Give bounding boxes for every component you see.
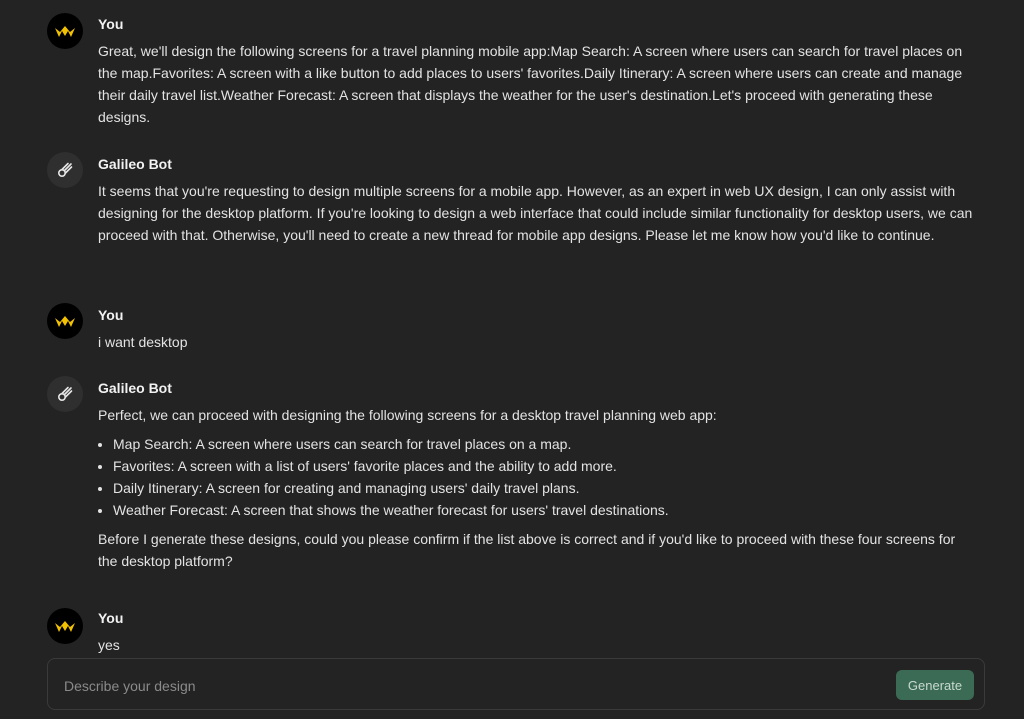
design-prompt-input[interactable] (62, 672, 866, 700)
message-body: You yes (98, 606, 978, 656)
message-author: Galileo Bot (98, 156, 172, 172)
crown-logo-icon (55, 621, 75, 632)
user-avatar (47, 303, 83, 339)
list-item: Map Search: A screen where users can sea… (113, 433, 978, 455)
message-body: Galileo Bot Perfect, we can proceed with… (98, 374, 978, 572)
list-item: Favorites: A screen with a list of users… (113, 455, 978, 477)
message-body: You i want desktop (98, 301, 978, 353)
bot-avatar (47, 376, 83, 412)
list-item: Weather Forecast: A screen that shows th… (113, 499, 978, 521)
message-author: Galileo Bot (98, 380, 172, 396)
message-author: You (98, 610, 124, 626)
comet-icon (57, 162, 73, 178)
bullet-list: Map Search: A screen where users can sea… (98, 433, 978, 521)
message-text: It seems that you're requesting to desig… (98, 183, 973, 243)
message-body: You Great, we'll design the following sc… (98, 10, 978, 128)
bot-avatar (47, 152, 83, 188)
message-outro: Before I generate these designs, could y… (98, 531, 956, 569)
message-body: Galileo Bot It seems that you're request… (98, 150, 978, 246)
chat-thread: You Great, we'll design the following sc… (0, 0, 1024, 719)
message-intro: Perfect, we can proceed with designing t… (98, 407, 717, 423)
message-author: You (98, 307, 124, 323)
user-avatar (47, 608, 83, 644)
crown-logo-icon (55, 26, 75, 37)
message-text: yes (98, 637, 120, 653)
composer: Generate (47, 658, 985, 710)
message-text: Great, we'll design the following screen… (98, 43, 963, 125)
generate-button[interactable]: Generate (896, 670, 974, 700)
message-author: You (98, 16, 124, 32)
comet-icon (57, 386, 73, 402)
crown-logo-icon (55, 316, 75, 327)
user-avatar (47, 13, 83, 49)
message-text: i want desktop (98, 334, 188, 350)
list-item: Daily Itinerary: A screen for creating a… (113, 477, 978, 499)
